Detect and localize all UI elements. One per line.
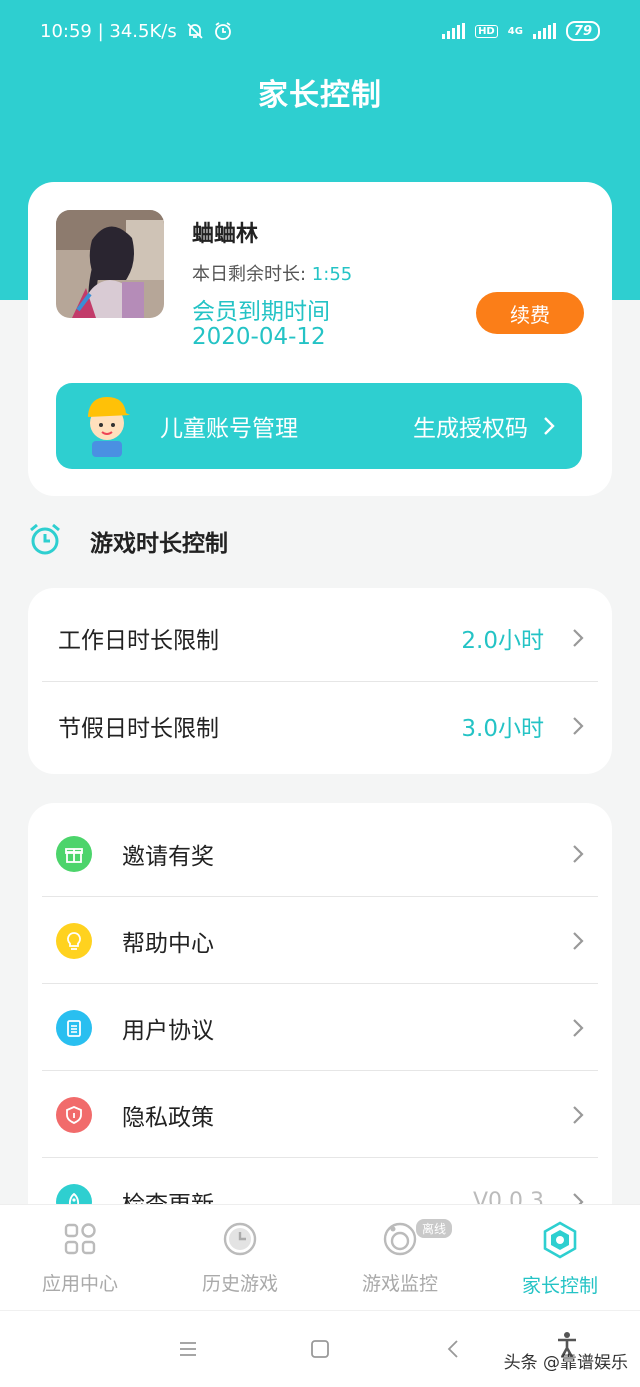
shield-icon <box>56 1096 92 1133</box>
menu-item-label: 帮助中心 <box>122 930 214 957</box>
menu-item-invite[interactable]: 邀请有奖 <box>28 810 612 897</box>
profile-card: 蛐蛐林 本日剩余时长: 1:55 会员到期时间 2020-04-12 续费 儿童… <box>28 182 612 496</box>
row-value: 3.0小时 <box>461 715 544 742</box>
row-value: 2.0小时 <box>461 627 544 654</box>
offline-badge: 离线 <box>416 1219 453 1238</box>
remaining-time: 本日剩余时长: 1:55 <box>192 260 352 286</box>
tab-label: 应用中心 <box>41 1273 118 1295</box>
bell-off-icon <box>185 21 205 41</box>
hexagon-icon <box>541 1221 579 1263</box>
monitor-icon <box>382 1221 418 1261</box>
menu-item-help[interactable]: 帮助中心 <box>28 897 612 984</box>
home-icon[interactable] <box>308 1337 332 1361</box>
user-name: 蛐蛐林 <box>192 222 259 247</box>
child-account-label: 儿童账号管理 <box>160 416 298 442</box>
member-expiry-date: 2020-04-12 <box>192 324 326 350</box>
status-bar: 10:59 | 34.5K/s HD 4G 79 <box>0 0 640 62</box>
network-type: 4G <box>507 25 523 37</box>
bottom-tab-bar: 应用中心 历史游戏 离线 游戏监控 家长控制 <box>0 1204 640 1310</box>
holiday-limit-row[interactable]: 节假日时长限制 3.0小时 <box>28 682 612 769</box>
section-title: 游戏时长控制 <box>90 531 228 557</box>
tab-label: 历史游戏 <box>201 1273 278 1295</box>
system-nav-bar: 头条 @靠谱娱乐 <box>0 1310 640 1387</box>
game-time-section-header: 游戏时长控制 <box>28 522 228 560</box>
lightbulb-icon <box>56 922 92 959</box>
menu-icon[interactable] <box>176 1337 200 1361</box>
menu-item-label: 用户协议 <box>122 1017 214 1044</box>
clipboard-icon <box>56 1009 92 1046</box>
time-limit-card: 工作日时长限制 2.0小时 节假日时长限制 3.0小时 <box>28 588 612 774</box>
page-title: 家长控制 <box>258 78 382 113</box>
chevron-right-icon <box>572 716 584 736</box>
grid-icon <box>62 1221 98 1261</box>
clock-icon <box>222 1221 258 1261</box>
menu-item-label: 隐私政策 <box>122 1104 214 1131</box>
chevron-right-icon <box>572 844 584 864</box>
chevron-right-icon <box>572 1018 584 1038</box>
menu-item-label: 邀请有奖 <box>122 843 214 870</box>
chevron-right-icon <box>572 931 584 951</box>
remaining-label: 本日剩余时长: <box>192 264 312 285</box>
remaining-value: 1:55 <box>311 264 353 285</box>
tab-app-center[interactable]: 应用中心 <box>0 1205 160 1310</box>
battery-indicator: 79 <box>565 21 600 41</box>
alarm-clock-icon <box>28 522 62 560</box>
tab-label: 家长控制 <box>521 1275 598 1297</box>
member-expiry-label: 会员到期时间 <box>192 299 330 325</box>
row-label: 工作日时长限制 <box>58 627 219 654</box>
signal-icon-2 <box>532 23 556 39</box>
back-icon[interactable] <box>442 1337 466 1361</box>
watermark: 头条 @靠谱娱乐 <box>503 1353 628 1373</box>
child-account-bar[interactable]: 儿童账号管理 生成授权码 <box>56 383 582 469</box>
tab-label: 游戏监控 <box>361 1273 438 1295</box>
row-label: 节假日时长限制 <box>58 715 219 742</box>
tab-parental-control[interactable]: 家长控制 <box>480 1205 640 1310</box>
workday-limit-row[interactable]: 工作日时长限制 2.0小时 <box>28 594 612 681</box>
gift-icon <box>56 835 92 872</box>
hd-badge: HD <box>475 24 498 38</box>
chevron-right-icon <box>572 628 584 648</box>
tab-game-monitor[interactable]: 离线 游戏监控 <box>320 1205 480 1310</box>
menu-item-privacy[interactable]: 隐私政策 <box>28 1071 612 1158</box>
child-avatar-icon <box>80 395 136 457</box>
renew-button[interactable]: 续费 <box>476 292 584 334</box>
signal-icon <box>442 23 466 39</box>
avatar[interactable] <box>56 210 164 318</box>
tab-history-games[interactable]: 历史游戏 <box>160 1205 320 1310</box>
chevron-right-icon <box>542 416 556 436</box>
alarm-icon <box>213 21 233 41</box>
auth-code-link[interactable]: 生成授权码 <box>413 409 528 443</box>
chevron-right-icon <box>572 1105 584 1125</box>
menu-item-agreement[interactable]: 用户协议 <box>28 984 612 1071</box>
status-time-speed: 10:59 | 34.5K/s <box>40 20 177 42</box>
